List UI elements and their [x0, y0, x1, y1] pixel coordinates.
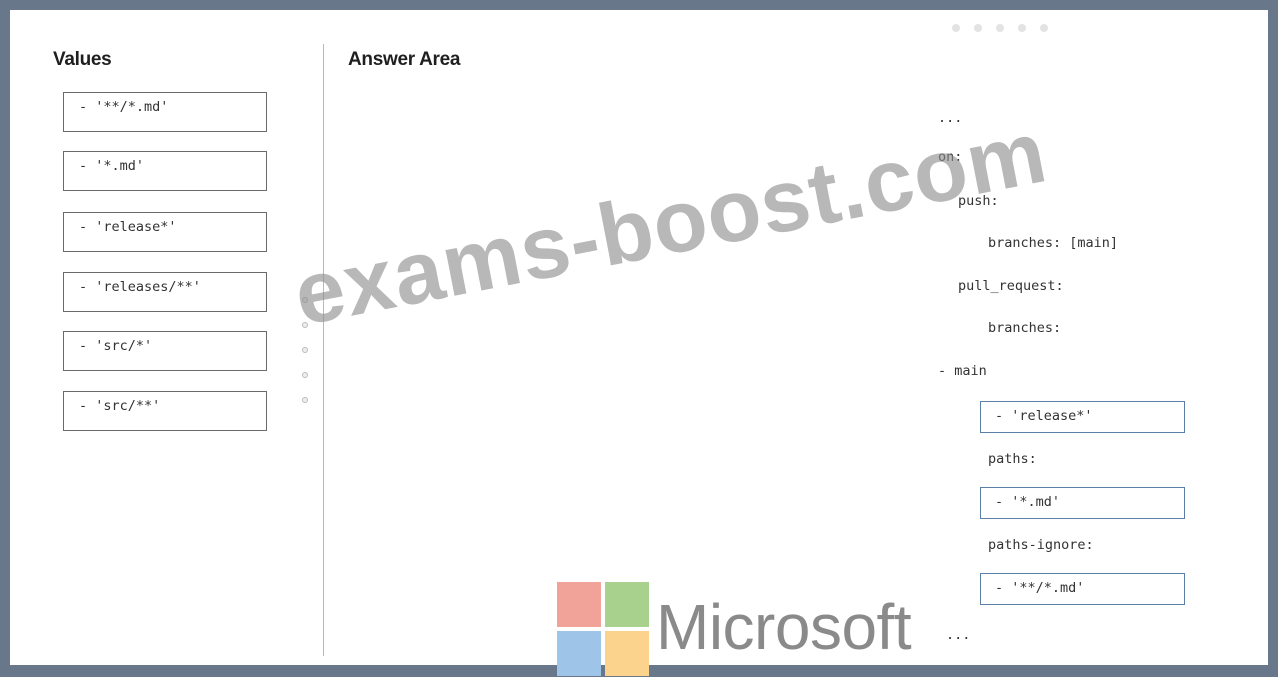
- code-push-branches: branches: [main]: [988, 235, 1119, 251]
- code-pull-request: pull_request:: [958, 278, 1064, 294]
- value-option[interactable]: - 'src/*': [63, 331, 267, 371]
- value-option[interactable]: - 'releases/**': [63, 272, 267, 312]
- microsoft-logo-text: Microsoft: [656, 591, 912, 663]
- code-main: - main: [938, 363, 987, 379]
- value-option[interactable]: - 'release*': [63, 212, 267, 252]
- code-paths: paths:: [988, 451, 1037, 467]
- values-heading: Values: [53, 49, 112, 70]
- value-option[interactable]: - '**/*.md': [63, 92, 267, 132]
- logo-green-square: [605, 582, 649, 627]
- microsoft-logo-icon: [557, 582, 649, 677]
- code-paths-ignore: paths-ignore:: [988, 537, 1094, 553]
- value-option[interactable]: - '*.md': [63, 151, 267, 191]
- code-pr-branches: branches:: [988, 320, 1062, 336]
- value-option[interactable]: - 'src/**': [63, 391, 267, 431]
- answer-area-heading: Answer Area: [348, 49, 461, 70]
- paths-answer-slot[interactable]: - '*.md': [980, 487, 1185, 519]
- drag-drop-question: Values - '**/*.md' - '*.md' - 'release*'…: [10, 10, 1268, 676]
- branches-answer-slot[interactable]: - 'release*': [980, 401, 1185, 433]
- logo-red-square: [557, 582, 601, 627]
- paths-ignore-answer-slot[interactable]: - '**/*.md': [980, 573, 1185, 605]
- logo-blue-square: [557, 631, 601, 676]
- code-ellipsis-bottom: ...: [946, 627, 971, 643]
- panel-divider: [323, 44, 324, 656]
- watermark-text: exams-boost.com: [286, 101, 1055, 345]
- logo-yellow-square: [605, 631, 649, 676]
